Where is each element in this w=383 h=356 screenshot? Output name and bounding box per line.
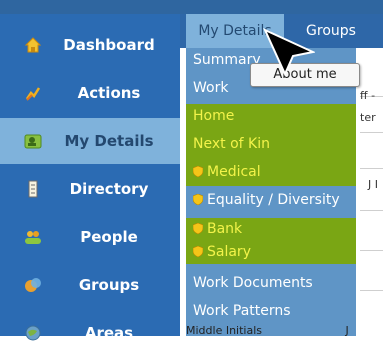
menu-item-work-patterns[interactable]: Work Patterns — [186, 300, 356, 323]
menu-item-label: Bank — [207, 221, 243, 237]
sidebar-item-label: Dashboard — [63, 36, 155, 54]
top-bar — [0, 0, 383, 15]
menu-item-label: Work Patterns — [193, 303, 291, 319]
sidebar-item-label: Groups — [78, 276, 140, 294]
sidebar-item-my-details[interactable]: My Details — [0, 118, 180, 164]
menu-item-label: Equality / Diversity — [207, 192, 340, 208]
middle-initials-row: Middle Initials J — [186, 324, 349, 337]
menu-item-salary[interactable]: Salary — [186, 241, 356, 264]
shield-icon — [193, 223, 203, 234]
menu-item-home[interactable]: Home — [186, 105, 356, 128]
shield-icon — [193, 194, 203, 205]
background-text: J I — [368, 178, 378, 191]
my-details-dropdown-menu: Summary Work Home Next of Kin Medical Eq… — [186, 48, 356, 336]
menu-item-next-of-kin[interactable]: Next of Kin — [186, 133, 356, 156]
sidebar-item-label: Directory — [69, 180, 149, 198]
menu-item-label: Next of Kin — [193, 136, 270, 152]
menu-item-equality-diversity[interactable]: Equality / Diversity — [186, 189, 356, 212]
sidebar-item-label: People — [80, 228, 138, 246]
menu-item-bank[interactable]: Bank — [186, 218, 356, 241]
sidebar-item-directory[interactable]: Directory — [0, 166, 180, 212]
shield-icon — [193, 166, 203, 177]
sidebar-item-label: Areas — [84, 324, 134, 342]
sidebar-item-actions[interactable]: Actions — [0, 70, 180, 116]
sidebar-item-people[interactable]: People — [0, 214, 180, 260]
field-label: Middle Initials — [186, 324, 263, 337]
field-value: J — [345, 324, 349, 337]
sidebar-item-dashboard[interactable]: Dashboard — [0, 22, 180, 68]
menu-item-label: Salary — [207, 244, 251, 260]
shield-icon — [193, 246, 203, 257]
menu-item-label: Work Documents — [193, 275, 313, 291]
menu-item-label: Home — [193, 108, 235, 124]
menu-item-label: Medical — [207, 164, 261, 180]
background-text: ter — [360, 111, 376, 124]
sidebar: Dashboard Actions My Details Directory P… — [0, 14, 180, 342]
sidebar-item-groups[interactable]: Groups — [0, 262, 180, 308]
sidebar-item-label: My Details — [64, 132, 154, 150]
sidebar-item-label: Actions — [77, 84, 141, 102]
menu-item-work-documents[interactable]: Work Documents — [186, 272, 356, 295]
sidebar-item-areas[interactable]: Areas — [0, 310, 180, 356]
menu-item-label: Work — [193, 80, 229, 96]
menu-item-medical[interactable]: Medical — [186, 161, 356, 184]
background-text: ff - — [360, 89, 376, 102]
mouse-cursor-icon — [263, 28, 315, 76]
